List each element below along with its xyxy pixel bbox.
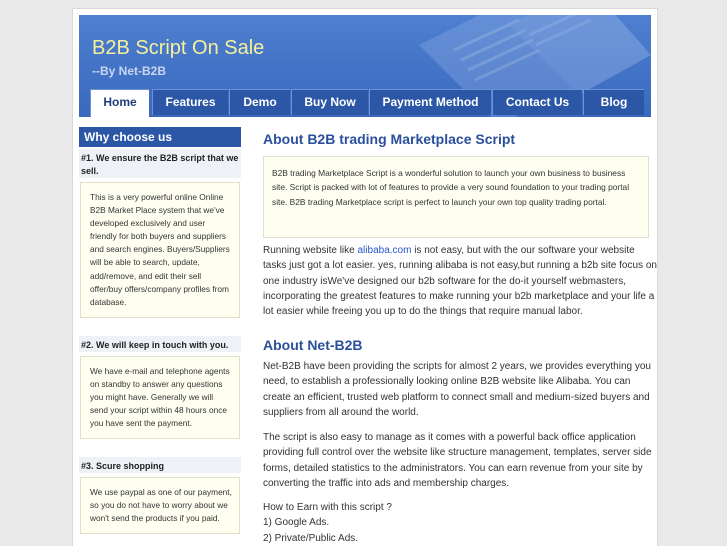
paragraph-back-office: The script is also easy to manage as it … xyxy=(263,432,652,489)
sidebar-block-text: We have e-mail and telephone agents on s… xyxy=(80,356,240,440)
nav-blog[interactable]: Blog xyxy=(583,89,644,115)
sidebar-block-heading: #3. Scure shopping xyxy=(79,457,241,473)
sidebar-block-3: #3. Scure shopping We use paypal as one … xyxy=(79,457,241,535)
sidebar: Why choose us #1. We ensure the B2B scri… xyxy=(79,127,241,535)
nav-features[interactable]: Features xyxy=(152,89,228,115)
earn-item: 1) Google Ads. xyxy=(263,517,330,529)
sidebar-block-heading: #2. We will keep in touch with you. xyxy=(79,336,241,352)
intro-quote-box: B2B trading Marketplace Script is a wond… xyxy=(263,156,649,238)
earn-title: How to Earn with this script ? xyxy=(263,502,392,513)
alibaba-link[interactable]: alibaba.com xyxy=(358,245,412,256)
sidebar-block-2: #2. We will keep in touch with you. We h… xyxy=(79,336,241,440)
heading-about-netb2b: About Net-B2B xyxy=(263,337,363,353)
paragraph-running-website: Running website like alibaba.com is not … xyxy=(263,243,657,319)
site-subtitle: --By Net-B2B xyxy=(92,64,167,78)
paragraph-text: Running website like xyxy=(263,245,358,256)
heading-about-script: About B2B trading Marketplace Script xyxy=(263,131,516,147)
sidebar-block-heading: #1. We ensure the B2B script that we sel… xyxy=(79,149,241,178)
nav-buy-now[interactable]: Buy Now xyxy=(291,89,368,115)
sidebar-block-text: We use paypal as one of our payment, so … xyxy=(80,477,240,535)
earn-item: 2) Private/Public Ads. xyxy=(263,532,359,544)
sidebar-block-1: #1. We ensure the B2B script that we sel… xyxy=(79,149,241,318)
site-title[interactable]: B2B Script On Sale xyxy=(92,37,264,60)
nav-contact-us[interactable]: Contact Us xyxy=(492,89,582,115)
sidebar-title: Why choose us xyxy=(79,127,241,147)
sidebar-block-text: This is a very powerful online Online B2… xyxy=(80,182,240,318)
page-container: B2B Script On Sale --By Net-B2B Home Fea… xyxy=(72,8,658,546)
paragraph-about-netb2b: Net-B2B have been providing the scripts … xyxy=(263,361,651,418)
nav-payment-method[interactable]: Payment Method xyxy=(369,89,491,115)
nav-home[interactable]: Home xyxy=(90,89,149,117)
earn-section: How to Earn with this script ? 1) Google… xyxy=(263,500,657,546)
main-nav: Home Features Demo Buy Now Payment Metho… xyxy=(79,89,651,117)
nav-demo[interactable]: Demo xyxy=(229,89,290,115)
